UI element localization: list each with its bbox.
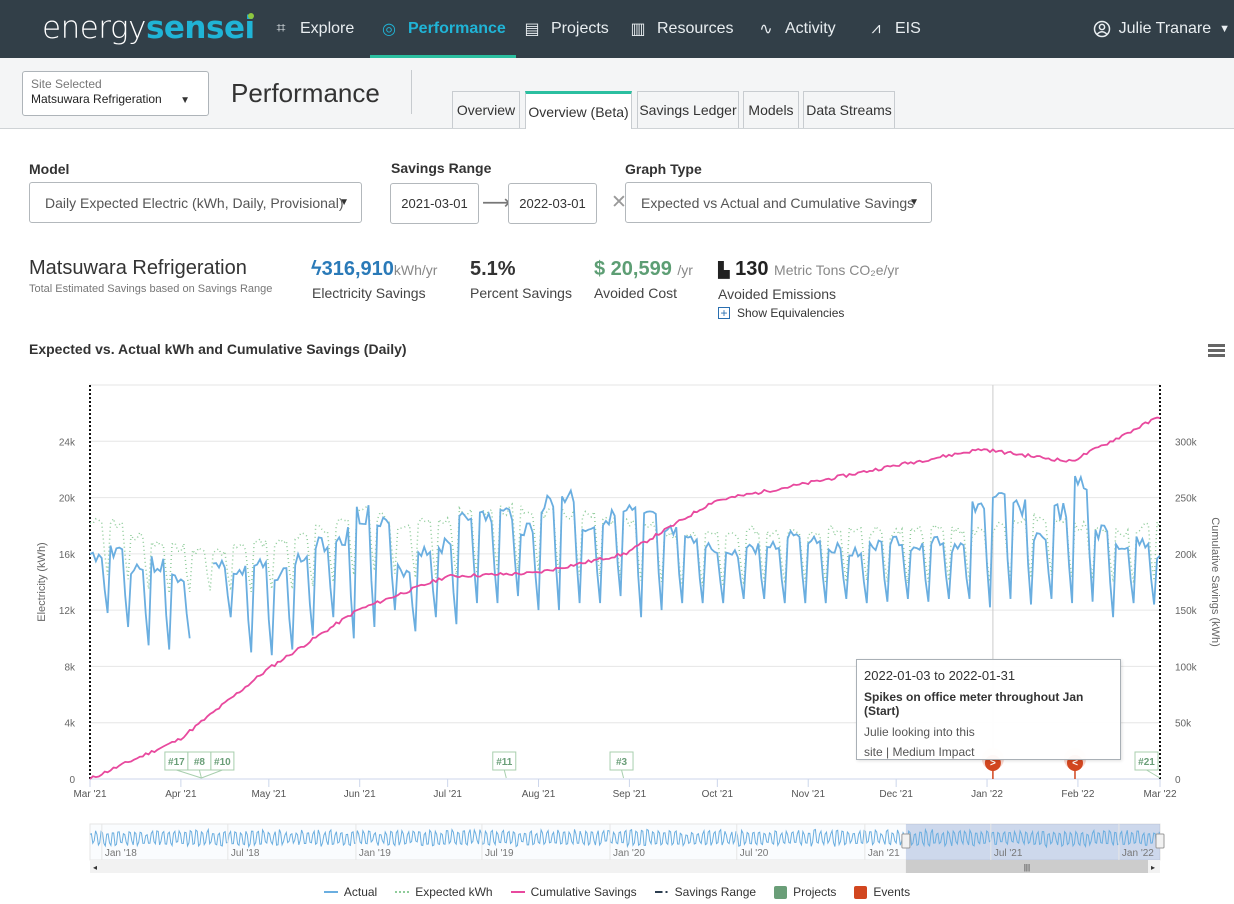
y2-tick-label: 250k (1175, 494, 1198, 505)
tooltip-impact: site | Medium Impact (864, 745, 975, 759)
actual-line (89, 474, 1161, 656)
navigator-tick-label: Jul '21 (994, 848, 1023, 859)
tooltip-title: Spikes on office meter throughout Jan (S… (864, 690, 1084, 718)
x-tick-label: Oct '21 (702, 789, 734, 800)
navigator-handle[interactable] (901, 833, 911, 849)
expected-kwh-line (89, 502, 1161, 594)
legend-label: Cumulative Savings (530, 885, 637, 899)
x-tick-label: Nov '21 (791, 789, 825, 800)
x-tick-label: Mar '22 (1143, 789, 1176, 800)
y-tick-label: 16k (59, 550, 76, 561)
project-flag-label: #10 (214, 757, 231, 768)
y2-tick-label: 100k (1175, 662, 1198, 673)
project-flag-label: #8 (194, 757, 206, 768)
scroll-right-arrow-icon[interactable]: ▸ (1151, 863, 1155, 872)
legend-swatch (654, 891, 669, 893)
x-tick-label: Feb '22 (1061, 789, 1094, 800)
legend-item-savings-range[interactable]: Savings Range (654, 885, 757, 899)
legend-swatch (774, 885, 788, 899)
y-tick-label: 12k (59, 606, 76, 617)
tooltip-note: Julie looking into this (864, 725, 975, 739)
y2-tick-label: 200k (1175, 550, 1198, 561)
project-flag-group: #11 (492, 751, 517, 779)
x-tick-label: Aug '21 (522, 789, 556, 800)
legend-swatch (395, 891, 410, 893)
x-tick-label: Mar '21 (73, 789, 106, 800)
project-flag-stem (621, 769, 625, 779)
project-flag-group: #17 #8 #10 (164, 751, 235, 779)
scrollbar-grip: ||| (1024, 863, 1030, 872)
x-tick-label: May '21 (251, 789, 286, 800)
project-flag-stem (198, 769, 202, 779)
y2-tick-label: 300k (1175, 437, 1198, 448)
project-flag-label: #3 (616, 757, 628, 768)
legend-swatch (854, 885, 868, 899)
project-flag-group: #21 (1134, 751, 1161, 779)
navigator-tick-label: Jul '19 (485, 848, 514, 859)
legend-label: Projects (793, 885, 837, 899)
navigator-tick-label: Jan '22 (1122, 848, 1154, 859)
legend-swatch (323, 891, 338, 893)
y-tick-label: 4k (64, 719, 76, 730)
legend-item-events[interactable]: Events (854, 885, 910, 899)
navigator-tick-label: Jan '21 (868, 848, 900, 859)
navigator-tick-label: Jan '19 (359, 848, 391, 859)
x-tick-label: Dec '21 (879, 789, 913, 800)
scroll-left-arrow-icon[interactable]: ◂ (93, 863, 97, 872)
x-tick-label: Jun '21 (344, 789, 376, 800)
performance-chart: 0 4k 8k 12k 16k 20k 24k 0 50k 100k 150k 200k 250k 300… (36, 384, 1221, 873)
legend-item-cumulative-savings[interactable]: Cumulative Savings (510, 885, 637, 899)
navigator-handle[interactable] (1155, 833, 1165, 849)
project-flag-label: #17 (168, 757, 185, 768)
legend-label: Savings Range (674, 885, 757, 899)
legend-swatch (510, 891, 525, 893)
project-flag-label: #11 (496, 757, 513, 768)
y2-axis-title: Cumulative Savings (kWh) (1209, 517, 1221, 647)
y-tick-label: 24k (59, 437, 76, 448)
navigator: Jan '18 Jul '18 Jan '19 Jul '19 Jan '20 Jul '… (89, 823, 1165, 873)
legend-item-actual[interactable]: Actual (323, 885, 378, 899)
legend-item-projects[interactable]: Projects (774, 885, 836, 899)
navigator-tick-label: Jan '20 (613, 848, 645, 859)
chart-legend: Actual Expected kWh Cumulative Savings Savi… (0, 885, 1234, 899)
event-tooltip: 2022-01-03 to 2022-01-31 Spikes on offic… (856, 659, 1121, 760)
legend-label: Actual (343, 885, 378, 899)
x-tick-label: Apr '21 (165, 789, 197, 800)
x-tick-label: Sep '21 (613, 789, 647, 800)
legend-label: Events (873, 885, 911, 899)
y2-tick-label: 50k (1175, 719, 1192, 730)
project-flag-stem (176, 769, 202, 779)
tooltip-dates: 2022-01-03 to 2022-01-31 (864, 668, 1016, 683)
y-tick-label: 0 (69, 775, 75, 786)
x-tick-label: Jul '21 (433, 789, 462, 800)
y-axis-title: Electricity (kWh) (36, 542, 48, 621)
y-tick-label: 8k (64, 662, 76, 673)
y2-tick-label: 150k (1175, 606, 1198, 617)
legend-label: Expected kWh (415, 885, 493, 899)
project-flag-stem (1146, 769, 1161, 779)
x-tick-label: Jan '22 (971, 789, 1003, 800)
y2-tick-label: 0 (1175, 775, 1181, 786)
project-flag-stem (503, 769, 507, 779)
legend-item-expected-kwh[interactable]: Expected kWh (395, 885, 493, 899)
project-flag-label: #21 (1138, 757, 1155, 768)
project-flag-stem (201, 769, 223, 779)
project-flag-group: #3 (609, 751, 634, 779)
navigator-tick-label: Jul '18 (231, 848, 260, 859)
navigator-tick-label: Jul '20 (740, 848, 769, 859)
y-tick-label: 20k (59, 494, 76, 505)
navigator-tick-label: Jan '18 (105, 848, 137, 859)
